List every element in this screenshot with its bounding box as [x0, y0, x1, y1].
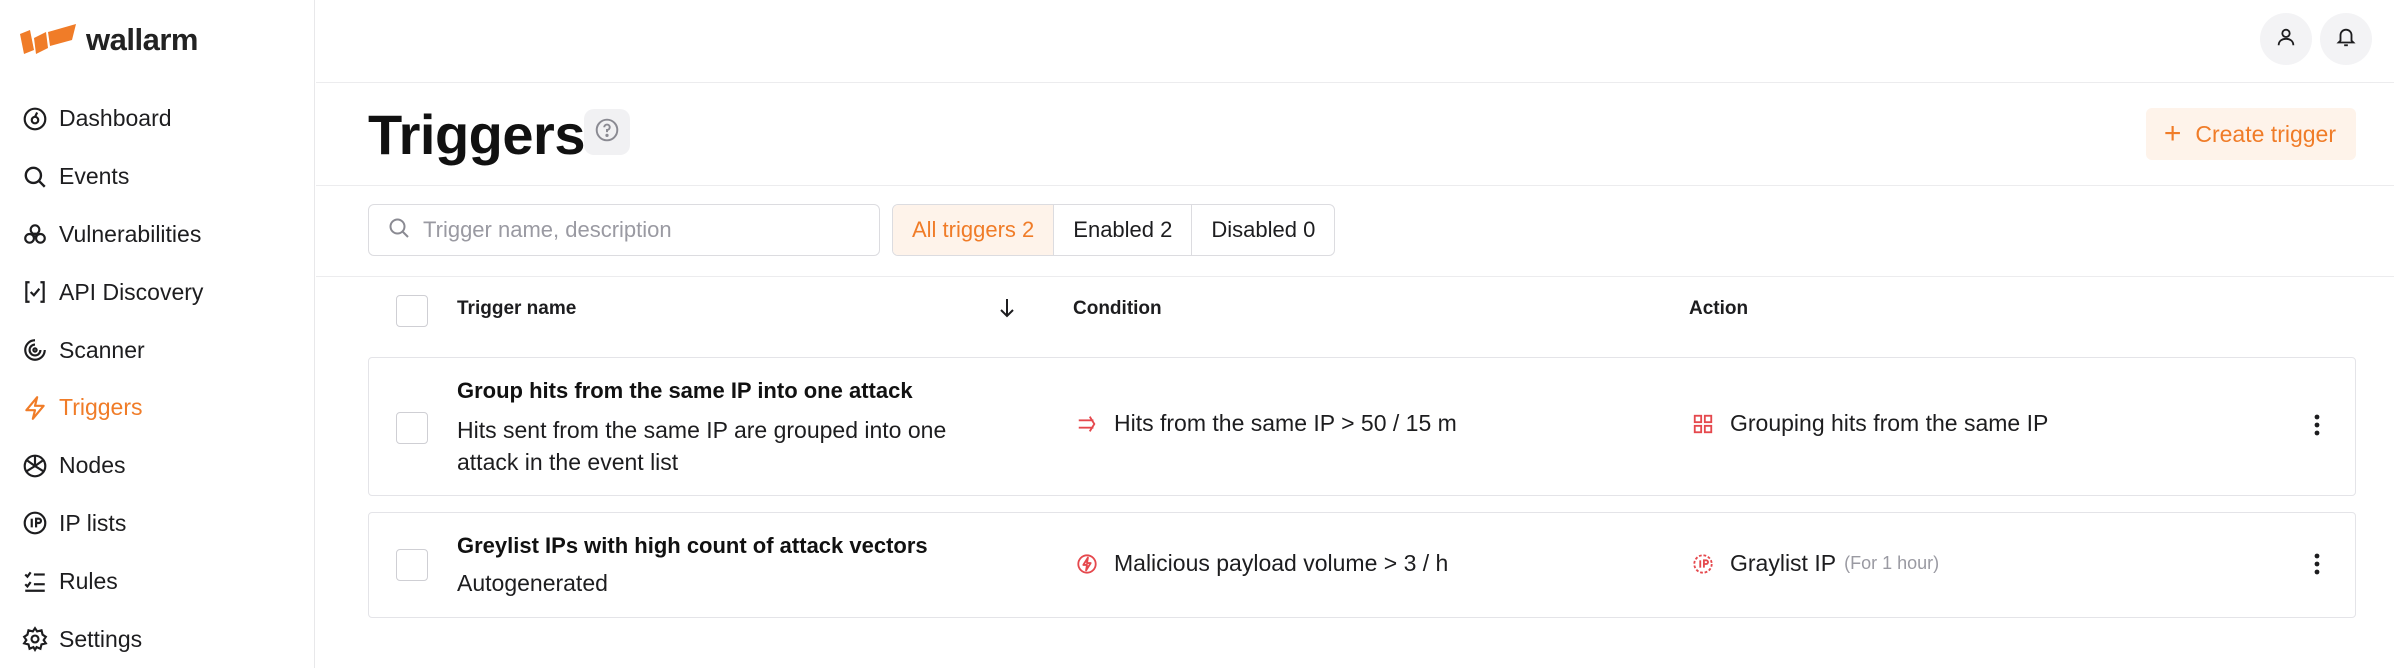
- ip-icon: [20, 508, 50, 538]
- sidebar-item-label: Events: [59, 163, 130, 190]
- column-header-trigger-name[interactable]: Trigger name: [457, 298, 576, 320]
- scanner-icon: [20, 335, 50, 365]
- trigger-action: Grouping hits from the same IP: [1690, 410, 2048, 437]
- top-bar: [316, 0, 2394, 83]
- sidebar-item-nodes[interactable]: Nodes: [0, 437, 315, 495]
- sidebar-item-vulnerabilities[interactable]: Vulnerabilities: [0, 206, 315, 264]
- sidebar-item-label: Vulnerabilities: [59, 220, 202, 247]
- condition-text: Malicious payload volume > 3 / h: [1114, 550, 1449, 576]
- kebab-menu-icon: [2314, 414, 2320, 441]
- page-header: Triggers + Create trigger: [316, 84, 2394, 186]
- action-text: Grouping hits from the same IP: [1730, 410, 2049, 436]
- kebab-menu-icon: [2314, 553, 2320, 580]
- tab-all-triggers[interactable]: All triggers 2: [893, 205, 1055, 255]
- search-input[interactable]: Trigger name, description: [368, 204, 880, 256]
- dashboard-icon: [20, 104, 50, 134]
- sidebar-item-label: Rules: [59, 567, 118, 594]
- plus-icon: +: [2163, 117, 2182, 150]
- row-checkbox[interactable]: [396, 412, 428, 444]
- row-menu-button[interactable]: [2307, 551, 2327, 581]
- help-button[interactable]: [584, 109, 630, 155]
- tab-disabled[interactable]: Disabled 0: [1192, 205, 1334, 255]
- sidebar-nav: Dashboard Events Vulnerabilities API Dis…: [0, 90, 315, 668]
- question-circle-icon: [594, 117, 620, 148]
- sidebar-item-label: Nodes: [59, 452, 126, 479]
- trigger-action: Graylist IP (For 1 hour): [1690, 550, 1939, 577]
- trigger-filter-tabs: All triggers 2 Enabled 2 Disabled 0: [892, 204, 1336, 256]
- wallarm-logo[interactable]: wallarm: [20, 22, 198, 58]
- grid-icon: [1690, 411, 1716, 437]
- sort-arrow-down-icon[interactable]: [998, 296, 1016, 325]
- profile-button[interactable]: [2260, 13, 2312, 65]
- ip-graylist-icon: [1690, 551, 1716, 577]
- page-title: Triggers: [368, 103, 585, 166]
- sidebar-item-scanner[interactable]: Scanner: [0, 321, 315, 379]
- checklist-icon: [20, 566, 50, 596]
- sidebar-item-label: API Discovery: [59, 278, 204, 305]
- lightning-icon: [20, 393, 50, 423]
- search-icon: [387, 216, 411, 245]
- api-discovery-icon: [20, 277, 50, 307]
- search-placeholder: Trigger name, description: [423, 217, 672, 242]
- table-row[interactable]: Greylist IPs with high count of attack v…: [368, 512, 2356, 618]
- sidebar-item-label: Dashboard: [59, 105, 172, 132]
- bell-icon: [2335, 26, 2357, 53]
- action-text: Graylist IP: [1730, 550, 1837, 576]
- nodes-icon: [20, 451, 50, 481]
- sidebar-item-triggers[interactable]: Triggers: [0, 379, 315, 437]
- sidebar-item-api-discovery[interactable]: API Discovery: [0, 263, 315, 321]
- action-duration-note: (For 1 hour): [1844, 553, 1940, 573]
- filters-bar: Trigger name, description All triggers 2…: [316, 187, 2394, 277]
- create-trigger-label: Create trigger: [2195, 120, 2336, 147]
- trigger-description: Hits sent from the same IP are grouped i…: [457, 417, 947, 475]
- trigger-name: Greylist IPs with high count of attack v…: [457, 533, 928, 558]
- lightning-circle-icon: [1074, 551, 1100, 577]
- column-header-action: Action: [1689, 298, 1749, 319]
- sidebar-item-label: Scanner: [59, 336, 145, 363]
- sidebar-item-label: Settings: [59, 625, 143, 652]
- row-menu-button[interactable]: [2307, 412, 2327, 442]
- sidebar-item-settings[interactable]: Settings: [0, 610, 315, 668]
- biohazard-icon: [20, 219, 50, 249]
- trigger-name: Group hits from the same IP into one att…: [457, 378, 913, 403]
- trigger-description: Autogenerated: [457, 570, 608, 596]
- wallarm-logo-icon: [20, 24, 76, 54]
- row-checkbox[interactable]: [396, 549, 428, 581]
- table-header: Trigger name Condition Action: [316, 278, 2394, 342]
- select-all-checkbox[interactable]: [396, 295, 428, 327]
- create-trigger-button[interactable]: + Create trigger: [2145, 108, 2356, 160]
- search-icon: [20, 162, 50, 192]
- gear-icon: [20, 624, 50, 654]
- table-row[interactable]: Group hits from the same IP into one att…: [368, 357, 2356, 496]
- sidebar-item-dashboard[interactable]: Dashboard: [0, 90, 315, 148]
- sidebar-item-ip-lists[interactable]: IP lists: [0, 495, 315, 553]
- sidebar-item-events[interactable]: Events: [0, 148, 315, 206]
- brand-name: wallarm: [86, 22, 198, 57]
- condition-text: Hits from the same IP > 50 / 15 m: [1114, 410, 1457, 436]
- double-arrow-icon: [1074, 411, 1100, 437]
- user-icon: [2275, 26, 2297, 53]
- sidebar-item-label: IP lists: [59, 509, 127, 536]
- notifications-button[interactable]: [2320, 13, 2372, 65]
- column-header-condition: Condition: [1073, 298, 1162, 319]
- trigger-condition: Hits from the same IP > 50 / 15 m: [1074, 410, 1457, 437]
- sidebar: wallarm Dashboard Events Vulnerabilities…: [0, 0, 315, 668]
- sidebar-item-label: Triggers: [59, 394, 143, 421]
- sidebar-item-rules[interactable]: Rules: [0, 552, 315, 610]
- trigger-condition: Malicious payload volume > 3 / h: [1074, 550, 1448, 577]
- tab-enabled[interactable]: Enabled 2: [1054, 205, 1193, 255]
